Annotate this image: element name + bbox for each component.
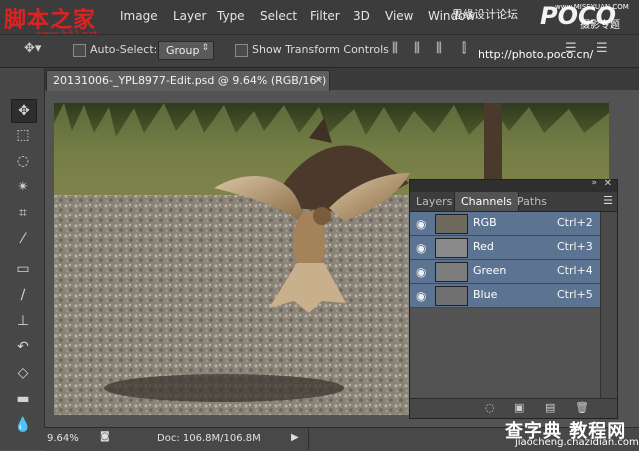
channel-row-blue[interactable]: ◉ Blue Ctrl+5 [410, 284, 600, 308]
channel-name: Green [473, 264, 507, 277]
channel-row-red[interactable]: ◉ Red Ctrl+3 [410, 236, 600, 260]
channel-shortcut: Ctrl+5 [557, 288, 593, 301]
channel-thumbnail-rgb [435, 214, 468, 234]
load-selection-icon[interactable]: ◌ [485, 401, 495, 414]
zoom-level[interactable]: 9.64% [47, 433, 79, 444]
channel-row-rgb[interactable]: ◉ RGB Ctrl+2 [410, 212, 600, 236]
save-selection-icon[interactable]: ▣ [514, 401, 524, 414]
doc-info-icon[interactable]: ◙ [100, 431, 110, 442]
align-left-icon[interactable]: ⫿ [462, 41, 466, 56]
tab-layers[interactable]: Layers [410, 192, 458, 211]
dropdown-arrows-icon: ⇕ [201, 43, 209, 53]
menu-layer[interactable]: Layer [173, 9, 206, 23]
tools-panel: ✥ ⬚ ◌ ✴ ⌗ ⁄ ▭ ∕ ⊥ ↶ ◇ ▬ 💧 [0, 68, 45, 450]
auto-select-checkbox[interactable] [73, 44, 86, 57]
healing-brush-icon[interactable]: ▭ [11, 258, 35, 280]
show-transform-label: Show Transform Controls [252, 43, 389, 56]
blur-tool-icon[interactable]: 💧 [11, 414, 35, 436]
channels-panel: » ✕ Layers Channels Paths ☰ ◉ RGB Ctrl+2… [409, 178, 618, 419]
panel-menu-icon[interactable]: ☰ [603, 194, 613, 207]
auto-select-dropdown[interactable]: Group ⇕ [158, 41, 214, 60]
channel-thumbnail-red [435, 238, 468, 258]
menu-view[interactable]: View [385, 9, 413, 23]
channel-shortcut: Ctrl+2 [557, 216, 593, 229]
marquee-tool-icon[interactable]: ⬚ [11, 124, 35, 146]
align-vcenter-icon[interactable]: ⫼ [414, 41, 420, 56]
eye-icon[interactable]: ◉ [416, 217, 426, 231]
lasso-tool-icon[interactable]: ◌ [11, 150, 35, 172]
menu-select[interactable]: Select [260, 9, 297, 23]
tab-channels[interactable]: Channels [454, 192, 519, 211]
options-bar: ✥▾ Auto-Select: Group ⇕ Show Transform C… [0, 34, 639, 68]
close-icon[interactable]: × [314, 73, 323, 86]
gradient-tool-icon[interactable]: ▬ [11, 388, 35, 410]
magic-wand-icon[interactable]: ✴ [11, 176, 35, 198]
channel-thumbnail-blue [435, 286, 468, 306]
menu-filter[interactable]: Filter [310, 9, 340, 23]
menu-image[interactable]: Image [120, 9, 158, 23]
panel-scrollbar[interactable] [600, 212, 617, 398]
menu-3d[interactable]: 3D [353, 9, 370, 23]
channel-row-green[interactable]: ◉ Green Ctrl+4 [410, 260, 600, 284]
watermark-top-right-cn: 思缘设计论坛 [452, 8, 518, 21]
auto-select-label: Auto-Select: [90, 43, 158, 56]
eye-icon[interactable]: ◉ [416, 241, 426, 255]
move-tool-preset-icon[interactable]: ✥▾ [24, 41, 41, 56]
channel-name: Blue [473, 288, 498, 301]
align-top-icon[interactable]: ⫼ [392, 41, 398, 56]
document-tab[interactable]: 20131006-_YPL8977-Edit.psd @ 9.64% (RGB/… [46, 70, 330, 91]
channel-shortcut: Ctrl+3 [557, 240, 593, 253]
panel-header: » ✕ [410, 178, 617, 192]
new-channel-icon[interactable]: ▤ [545, 401, 555, 414]
status-divider [308, 428, 309, 450]
document-tab-title: 20131006-_YPL8977-Edit.psd @ 9.64% (RGB/… [53, 74, 327, 87]
collapse-icon[interactable]: » [591, 178, 597, 188]
distribute-icon[interactable]: ☰ [565, 41, 577, 56]
crop-tool-icon[interactable]: ⌗ [11, 202, 35, 224]
channel-name: RGB [473, 216, 497, 229]
menu-bar: 脚本之家 www.jb51.net Image Layer Type Selec… [0, 0, 639, 40]
watermark-missyuan: www.MISSYUAN.COM [555, 3, 629, 11]
show-transform-checkbox[interactable] [235, 44, 248, 57]
status-menu-arrow-icon[interactable]: ▶ [291, 432, 299, 443]
auto-select-value: Group [166, 44, 200, 57]
doc-size-info: Doc: 106.8M/106.8M [157, 433, 261, 444]
channel-shortcut: Ctrl+4 [557, 264, 593, 277]
tab-paths[interactable]: Paths [511, 192, 553, 211]
eraser-icon[interactable]: ◇ [11, 362, 35, 384]
close-panel-icon[interactable]: ✕ [604, 178, 612, 189]
channel-name: Red [473, 240, 494, 253]
trash-icon[interactable]: 🗑 [575, 401, 589, 414]
panel-footer: ◌ ▣ ▤ 🗑 [410, 398, 617, 418]
channel-thumbnail-green [435, 262, 468, 282]
panel-tabs: Layers Channels Paths ☰ [410, 192, 617, 212]
align-bottom-icon[interactable]: ⫼ [436, 41, 442, 56]
distribute-2-icon[interactable]: ☰ [596, 41, 608, 56]
brush-tool-icon[interactable]: ∕ [11, 284, 35, 306]
watermark-poco-cn: 摄影专题 [580, 20, 620, 31]
clone-stamp-icon[interactable]: ⊥ [11, 310, 35, 332]
eyedropper-icon[interactable]: ⁄ [11, 228, 35, 250]
menu-type[interactable]: Type [217, 9, 245, 23]
document-tab-bar: 20131006-_YPL8977-Edit.psd @ 9.64% (RGB/… [44, 68, 639, 91]
watermark-bottom-url: jiaocheng.chazidian.com [515, 437, 639, 448]
eye-icon[interactable]: ◉ [416, 289, 426, 303]
move-tool-icon[interactable]: ✥ [11, 99, 37, 123]
eye-icon[interactable]: ◉ [416, 265, 426, 279]
history-brush-icon[interactable]: ↶ [11, 336, 35, 358]
